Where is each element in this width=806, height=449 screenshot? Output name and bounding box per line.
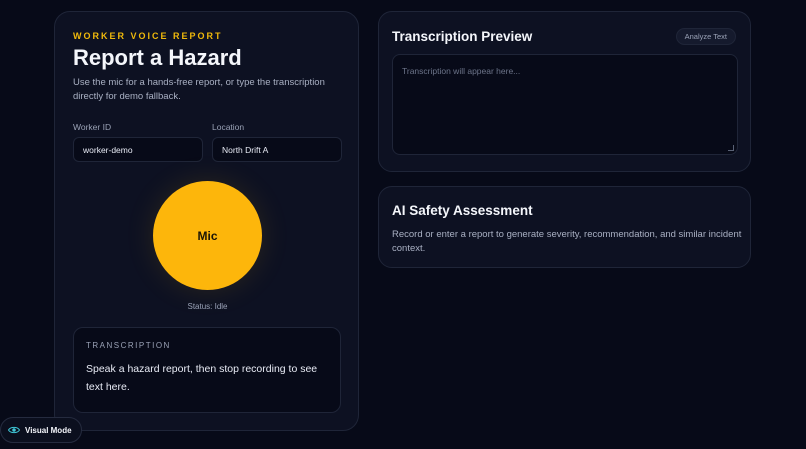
ai-safety-assessment-card: AI Safety Assessment Record or enter a r… (378, 186, 751, 268)
worker-id-input[interactable]: worker-demo (73, 137, 203, 162)
transcription-text: Speak a hazard report, then stop recordi… (86, 363, 318, 393)
mic-button-label: Mic (197, 228, 218, 243)
transcription-preview-title: Transcription Preview (392, 29, 533, 44)
page-title: Report a Hazard (73, 45, 242, 70)
assessment-description: Record or enter a report to generate sev… (392, 229, 742, 254)
status-text: Status: Idle (187, 302, 228, 311)
transcription-textarea[interactable]: Transcription will appear here... (392, 54, 738, 155)
location-input[interactable]: North Drift A (212, 137, 342, 162)
transcription-box: TRANSCRIPTION Speak a hazard report, the… (73, 327, 341, 413)
transcription-preview-card: Transcription Preview Analyze Text Trans… (378, 11, 751, 172)
visual-mode-label: Visual Mode (25, 425, 72, 435)
eyebrow-label: WORKER VOICE REPORT (73, 31, 223, 41)
hazard-report-card: WORKER VOICE REPORT Report a Hazard Use … (54, 11, 359, 431)
resize-handle-icon[interactable] (728, 145, 734, 151)
visual-mode-button[interactable]: Visual Mode (0, 417, 82, 443)
eye-icon (8, 426, 20, 434)
transcription-label: TRANSCRIPTION (86, 341, 171, 350)
page: WORKER VOICE REPORT Report a Hazard Use … (0, 0, 806, 449)
transcription-placeholder: Transcription will appear here... (402, 66, 521, 76)
hazard-description: Use the mic for a hands-free report, or … (73, 77, 325, 102)
mic-button[interactable]: Mic (153, 181, 262, 290)
worker-id-label: Worker ID (73, 122, 112, 132)
assessment-title: AI Safety Assessment (392, 203, 533, 218)
analyze-text-button[interactable]: Analyze Text (675, 28, 736, 45)
location-label: Location (212, 122, 245, 132)
